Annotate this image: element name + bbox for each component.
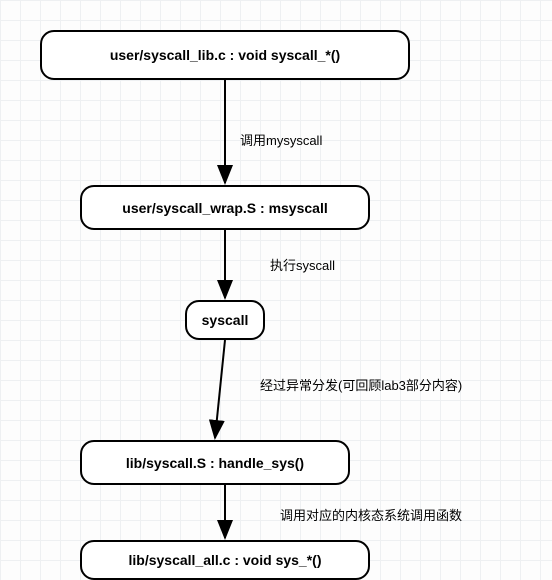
edge-label-exec-syscall: 执行syscall	[270, 255, 335, 274]
edge-label-call-mysyscall: 调用mysyscall	[240, 130, 322, 149]
arrow-n3-n4	[215, 340, 225, 438]
edge-label-call-kernel-func: 调用对应的内核态系统调用函数	[280, 505, 462, 524]
node-syscall-lib: user/syscall_lib.c : void syscall_*()	[40, 30, 410, 80]
arrow-layer	[0, 0, 552, 580]
node-sys-all: lib/syscall_all.c : void sys_*()	[80, 540, 370, 580]
node-handle-sys: lib/syscall.S : handle_sys()	[80, 440, 350, 485]
node-syscall: syscall	[185, 300, 265, 340]
edge-label-exception-dispatch: 经过异常分发(可回顾lab3部分内容)	[260, 375, 462, 394]
node-syscall-wrap: user/syscall_wrap.S : msyscall	[80, 185, 370, 230]
